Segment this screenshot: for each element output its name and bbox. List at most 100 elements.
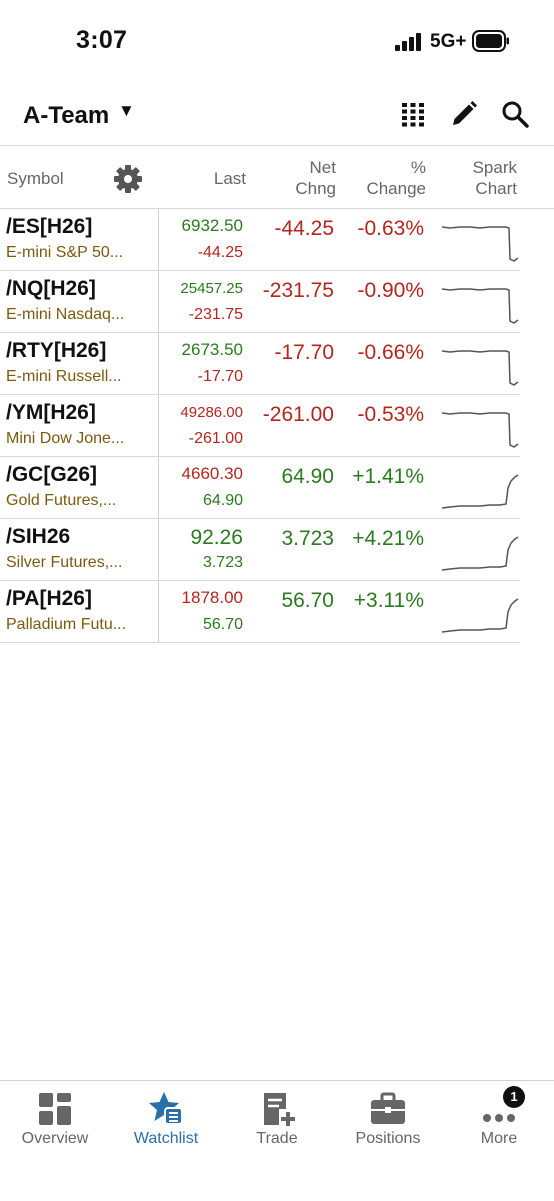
tab-overview-label: Overview [21, 1130, 89, 1147]
network-type: 5G+ [430, 31, 467, 52]
last-price: 92.26 [190, 526, 243, 549]
column-header-last[interactable]: Last [214, 168, 246, 189]
signal-icon [395, 33, 421, 51]
table-row[interactable]: /ES[H26] E-mini S&P 50... 6932.50 -44.25… [0, 209, 520, 271]
column-header-pct-line2: Change [366, 179, 426, 198]
status-bar: 3:07 5G+ [0, 0, 554, 80]
spark-line [441, 288, 519, 324]
watchlist-name-selector[interactable]: A-Team [23, 102, 109, 130]
percent-change: -0.66% [357, 341, 424, 364]
grid-icon[interactable] [399, 100, 427, 128]
spark-chart [441, 412, 519, 448]
last-price: 6932.50 [181, 216, 243, 235]
column-header-net-line1: Net [309, 158, 336, 177]
spark-chart [441, 598, 519, 633]
net-change: 64.90 [281, 465, 334, 488]
net-change: -231.75 [262, 279, 334, 302]
tab-trade[interactable]: Trade [222, 1081, 332, 1161]
spark-line [441, 474, 519, 509]
edit-pencil-icon[interactable] [450, 100, 478, 128]
symbol-description: Gold Futures,... [6, 492, 117, 509]
spark-chart [441, 474, 519, 509]
symbol-cell[interactable]: /NQ[H26] E-mini Nasdaq... [0, 271, 159, 332]
symbol-cell[interactable]: /PA[H26] Palladium Futu... [0, 581, 159, 642]
spark-line [441, 536, 519, 571]
table-body: /ES[H26] E-mini S&P 50... 6932.50 -44.25… [0, 209, 554, 643]
last-price: 25457.25 [180, 280, 243, 297]
last-price: 49286.00 [180, 404, 243, 421]
column-header-net-line2: Chng [295, 179, 336, 198]
battery-icon [472, 30, 509, 52]
symbol-cell[interactable]: /GC[G26] Gold Futures,... [0, 457, 159, 518]
table-header: Symbol Last Net Chng % Change Spark Char… [0, 145, 554, 209]
symbol-cell[interactable]: /RTY[H26] E-mini Russell... [0, 333, 159, 394]
last-change: 64.90 [202, 492, 243, 509]
tab-more[interactable]: More [444, 1081, 554, 1161]
last-price: 1878.00 [181, 588, 243, 607]
net-change: 56.70 [281, 589, 334, 612]
percent-change: -0.53% [357, 403, 424, 426]
table-row[interactable]: /RTY[H26] E-mini Russell... 2673.50 -17.… [0, 333, 520, 395]
symbol-ticker: /YM[H26] [6, 401, 96, 424]
caret-down-icon[interactable]: ▼ [118, 101, 135, 121]
symbol-cell[interactable]: /SIH26 Silver Futures,... [0, 519, 159, 580]
overview-dashboard-icon [39, 1093, 71, 1125]
symbol-description: Mini Dow Jone... [6, 430, 125, 447]
last-change: -261.00 [188, 430, 243, 447]
tab-positions[interactable]: Positions [333, 1081, 443, 1161]
spark-chart [441, 536, 519, 571]
symbol-description: E-mini S&P 50... [6, 244, 124, 261]
tab-trade-label: Trade [256, 1130, 298, 1147]
column-header-net-chng[interactable]: Net Chng [295, 157, 336, 199]
tab-positions-label: Positions [355, 1130, 421, 1147]
last-change: 56.70 [202, 616, 243, 633]
watchlist-table: Symbol Last Net Chng % Change Spark Char… [0, 145, 554, 643]
tab-watchlist-label: Watchlist [133, 1130, 199, 1147]
symbol-description: Silver Futures,... [6, 554, 123, 571]
last-change: -44.25 [197, 244, 243, 261]
column-header-spark-chart[interactable]: Spark Chart [473, 157, 517, 199]
percent-change: -0.90% [357, 279, 424, 302]
symbol-description: Palladium Futu... [6, 616, 127, 633]
last-change: 3.723 [202, 554, 243, 571]
symbol-ticker: /GC[G26] [6, 463, 98, 486]
watchlist-star-icon [149, 1092, 183, 1125]
tab-more-label: More [480, 1130, 518, 1147]
symbol-ticker: /NQ[H26] [6, 277, 96, 300]
notification-badge: 1 [503, 1086, 525, 1108]
column-header-spark-line1: Spark [472, 158, 517, 177]
table-row[interactable]: /YM[H26] Mini Dow Jone... 49286.00 -261.… [0, 395, 520, 457]
tab-overview[interactable]: Overview [0, 1081, 110, 1161]
table-row[interactable]: /GC[G26] Gold Futures,... 4660.30 64.90 … [0, 457, 520, 519]
search-icon[interactable] [501, 100, 529, 128]
watchlist-header: A-Team ▼ [0, 92, 554, 140]
symbol-cell[interactable]: /ES[H26] E-mini S&P 50... [0, 209, 159, 270]
spark-chart [441, 226, 519, 262]
table-row[interactable]: /SIH26 Silver Futures,... 92.26 3.723 3.… [0, 519, 520, 581]
net-change: -261.00 [262, 403, 334, 426]
symbol-cell[interactable]: /YM[H26] Mini Dow Jone... [0, 395, 159, 456]
last-change: -231.75 [188, 306, 243, 323]
percent-change: +4.21% [352, 527, 424, 550]
spark-chart [441, 288, 519, 324]
column-header-spark-line2: Chart [475, 179, 517, 198]
table-row[interactable]: /NQ[H26] E-mini Nasdaq... 25457.25 -231.… [0, 271, 520, 333]
status-time: 3:07 [76, 26, 128, 54]
symbol-ticker: /PA[H26] [6, 587, 92, 610]
spark-line [441, 412, 519, 448]
table-row[interactable]: /PA[H26] Palladium Futu... 1878.00 56.70… [0, 581, 520, 643]
spark-line [441, 350, 519, 386]
tab-watchlist[interactable]: Watchlist [111, 1081, 221, 1161]
column-header-symbol[interactable]: Symbol [7, 168, 64, 189]
symbol-ticker: /RTY[H26] [6, 339, 107, 362]
column-header-pct-line1: % [410, 158, 426, 177]
settings-gear-icon[interactable] [112, 163, 144, 195]
last-price: 4660.30 [181, 464, 243, 483]
percent-change: +3.11% [353, 589, 424, 612]
column-header-pct-change[interactable]: % Change [366, 157, 426, 199]
symbol-description: E-mini Russell... [6, 368, 122, 385]
spark-line [441, 598, 519, 633]
net-change: -17.70 [274, 341, 334, 364]
bottom-tab-bar: Overview Watchlist Trade Positions More [0, 1080, 554, 1201]
spark-line [441, 226, 519, 262]
